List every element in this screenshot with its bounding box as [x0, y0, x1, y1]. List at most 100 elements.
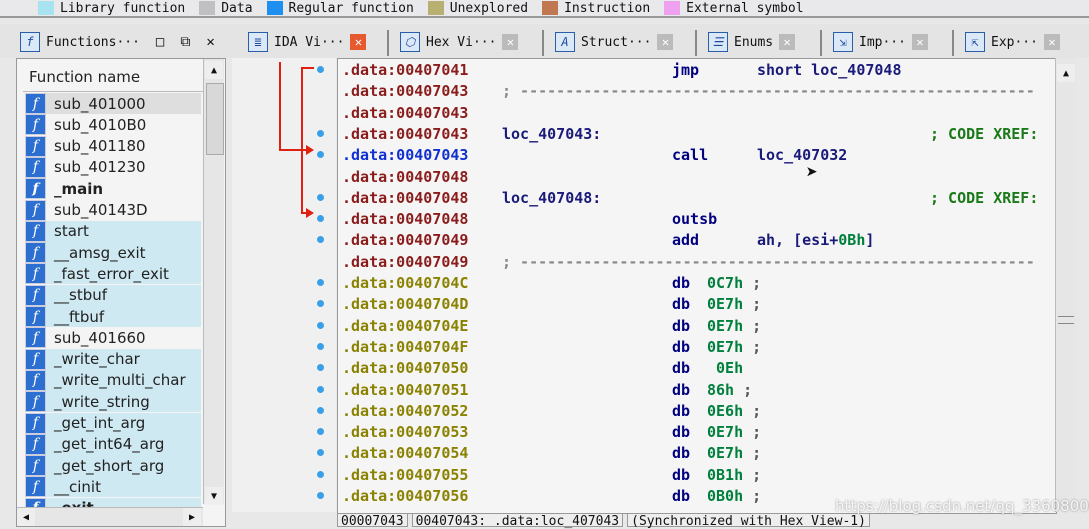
code-line[interactable]: .data:00407051 db 86h ; — [342, 380, 1052, 401]
code-line[interactable]: .data:00407043 ; ------------------------… — [342, 81, 1052, 102]
function-row[interactable]: f _fast_error_exit — [25, 263, 201, 285]
operand: 0E7h ; — [707, 443, 761, 464]
close-tab-icon[interactable]: ✕ — [1043, 34, 1060, 50]
tab-exp[interactable]: ⇱ Exp··· ✕ — [965, 28, 1060, 56]
function-row[interactable]: f _get_int_arg — [25, 412, 201, 434]
close-tab-icon[interactable]: ✕ — [502, 34, 519, 50]
legend-swatch — [542, 1, 559, 15]
code-line[interactable]: .data:00407043 — [342, 103, 1052, 124]
function-icon: f — [25, 199, 46, 221]
function-row[interactable]: f _write_string — [25, 391, 201, 413]
tab-label: Functions··· — [46, 34, 140, 50]
tab-struct[interactable]: A Struct··· ✕ — [555, 28, 674, 56]
code-line[interactable]: .data:00407048 — [342, 167, 1052, 188]
function-row[interactable]: f sub_401660 — [25, 327, 201, 349]
value: 0E7h — [707, 316, 744, 335]
address: .data:00407048 — [342, 167, 469, 186]
color-legend: Library function Data Regular function Unex… — [0, 0, 1089, 18]
function-row[interactable]: f __amsg_exit — [25, 242, 201, 264]
legend-swatch — [38, 1, 54, 15]
address: .data:00407053 — [342, 423, 469, 442]
code-line[interactable]: .data:00407054 db 0E7h ; — [342, 443, 1052, 464]
code-line[interactable]: .data:00407041 jmp short loc_407048 — [342, 60, 1052, 81]
function-icon: f — [25, 263, 46, 285]
line-marker-dot — [317, 279, 324, 286]
scroll-thumb[interactable] — [206, 83, 224, 155]
functions-panel: Function name f sub_401000 f sub_4010B0 f sub… — [16, 58, 226, 527]
close-tab-icon[interactable]: ✕ — [350, 34, 367, 50]
function-icon: f — [25, 114, 46, 136]
operand: 0E6h ; — [707, 401, 761, 422]
operand: 0E7h ; — [707, 422, 761, 443]
code-line[interactable]: .data:00407048 outsb — [342, 209, 1052, 230]
float-icon[interactable]: ⧉ — [180, 34, 190, 50]
function-name: sub_401230 — [54, 158, 146, 177]
function-row[interactable]: f sub_40143D — [25, 199, 201, 221]
function-icon: f — [25, 391, 46, 413]
code-line[interactable]: .data:00407055 db 0B1h ; — [342, 465, 1052, 486]
tab-idavi[interactable]: ≣ IDA Vi··· ✕ — [248, 28, 367, 56]
maximize-icon[interactable]: □ — [156, 34, 164, 50]
scroll-down-button[interactable]: ▼ — [205, 487, 223, 505]
code-line[interactable]: .data:00407043 loc_407043: ; CODE XREF: — [342, 124, 1052, 145]
code-line[interactable]: .data:00407049 add ah, [esi+0Bh] — [342, 230, 1052, 251]
address: .data:0040704F — [342, 337, 469, 356]
function-row[interactable]: f sub_401230 — [25, 156, 201, 178]
functions-hscrollbar[interactable]: ◀ ▶ — [17, 507, 203, 526]
scroll-left-button[interactable]: ◀ — [17, 508, 35, 526]
code-line[interactable]: .data:00407049 ; ------------------------… — [342, 252, 1052, 273]
line-marker-dot — [317, 193, 324, 201]
functions-scrollbar[interactable]: ▲ ▼ — [203, 59, 224, 505]
code-scroll-up-button[interactable]: ▲ — [1057, 64, 1075, 82]
code-line[interactable]: .data:0040704E db 0E7h ; — [342, 316, 1052, 337]
value: 0B0h — [707, 487, 744, 505]
function-row[interactable]: f _write_multi_char — [25, 369, 201, 391]
function-row[interactable]: f __stbuf — [25, 284, 201, 306]
disassembly-view[interactable]: .data:00407041 jmp short loc_407048 .data:0… — [337, 58, 1057, 514]
function-name: _fast_error_exit — [54, 264, 169, 283]
separator: ; --------------------------------------… — [502, 82, 1035, 101]
code-line[interactable]: .data:00407043 call loc_407032 — [342, 145, 1052, 166]
code-scroll-thumb[interactable] — [1058, 316, 1074, 324]
function-name-column-header[interactable]: Function name — [23, 63, 207, 92]
function-row[interactable]: f _main — [25, 178, 201, 200]
function-row[interactable]: f _write_char — [25, 348, 201, 370]
function-icon: f — [25, 178, 46, 200]
code-line[interactable]: .data:00407053 db 0E7h ; — [342, 422, 1052, 443]
tab-hexvi[interactable]: ⬡ Hex Vi··· ✕ — [400, 28, 519, 56]
mnemonic: db — [672, 401, 691, 420]
close-tab-icon[interactable]: ✕ — [657, 34, 674, 50]
code-line[interactable]: .data:00407050 db 0Eh — [342, 358, 1052, 379]
function-row[interactable]: f sub_4010B0 — [25, 114, 201, 136]
code-line[interactable]: .data:0040704F db 0E7h ; — [342, 337, 1052, 358]
scroll-up-button[interactable]: ▲ — [205, 61, 223, 79]
function-row[interactable]: f __ftbuf — [25, 306, 201, 327]
mnemonic: db — [672, 337, 691, 356]
function-row[interactable]: f start — [25, 220, 201, 242]
function-row[interactable]: f sub_401180 — [25, 135, 201, 157]
code-scrollbar[interactable]: ▲ — [1055, 58, 1076, 512]
close-icon[interactable]: ✕ — [206, 34, 214, 50]
tab-functions[interactable]: f Functions··· □ ⧉ ✕ — [20, 28, 215, 56]
address: .data:00407043 — [342, 82, 469, 101]
tab-enums[interactable]: ☰ Enums ✕ — [708, 28, 796, 56]
function-row[interactable]: f __cinit — [25, 476, 201, 498]
code-line[interactable]: .data:00407048 loc_407048: ; CODE XREF: — [342, 188, 1052, 209]
close-tab-icon[interactable]: ✕ — [911, 34, 928, 50]
scroll-right-button[interactable]: ▶ — [183, 508, 201, 526]
legend-swatch — [664, 1, 681, 15]
tab-imp[interactable]: ⇲ Imp··· ✕ — [833, 28, 928, 56]
function-row[interactable]: f _get_int64_arg — [25, 433, 201, 455]
close-tab-icon[interactable]: ✕ — [779, 34, 796, 50]
code-line[interactable]: .data:00407052 db 0E6h ; — [342, 401, 1052, 422]
legend-label: Instruction — [564, 0, 651, 16]
function-row[interactable]: f sub_401000 — [25, 93, 201, 114]
semicolon: ; — [752, 316, 762, 335]
function-row[interactable]: f _get_short_arg — [25, 455, 201, 477]
ida-view-icon: ≣ — [248, 32, 268, 52]
code-line[interactable]: .data:0040704D db 0E7h ; — [342, 294, 1052, 315]
code-line[interactable]: .data:0040704C db 0C7h ; — [342, 273, 1052, 294]
semicolon: ; — [752, 337, 762, 356]
function-icon: f — [25, 156, 46, 178]
operand: 0E7h ; — [707, 337, 761, 358]
